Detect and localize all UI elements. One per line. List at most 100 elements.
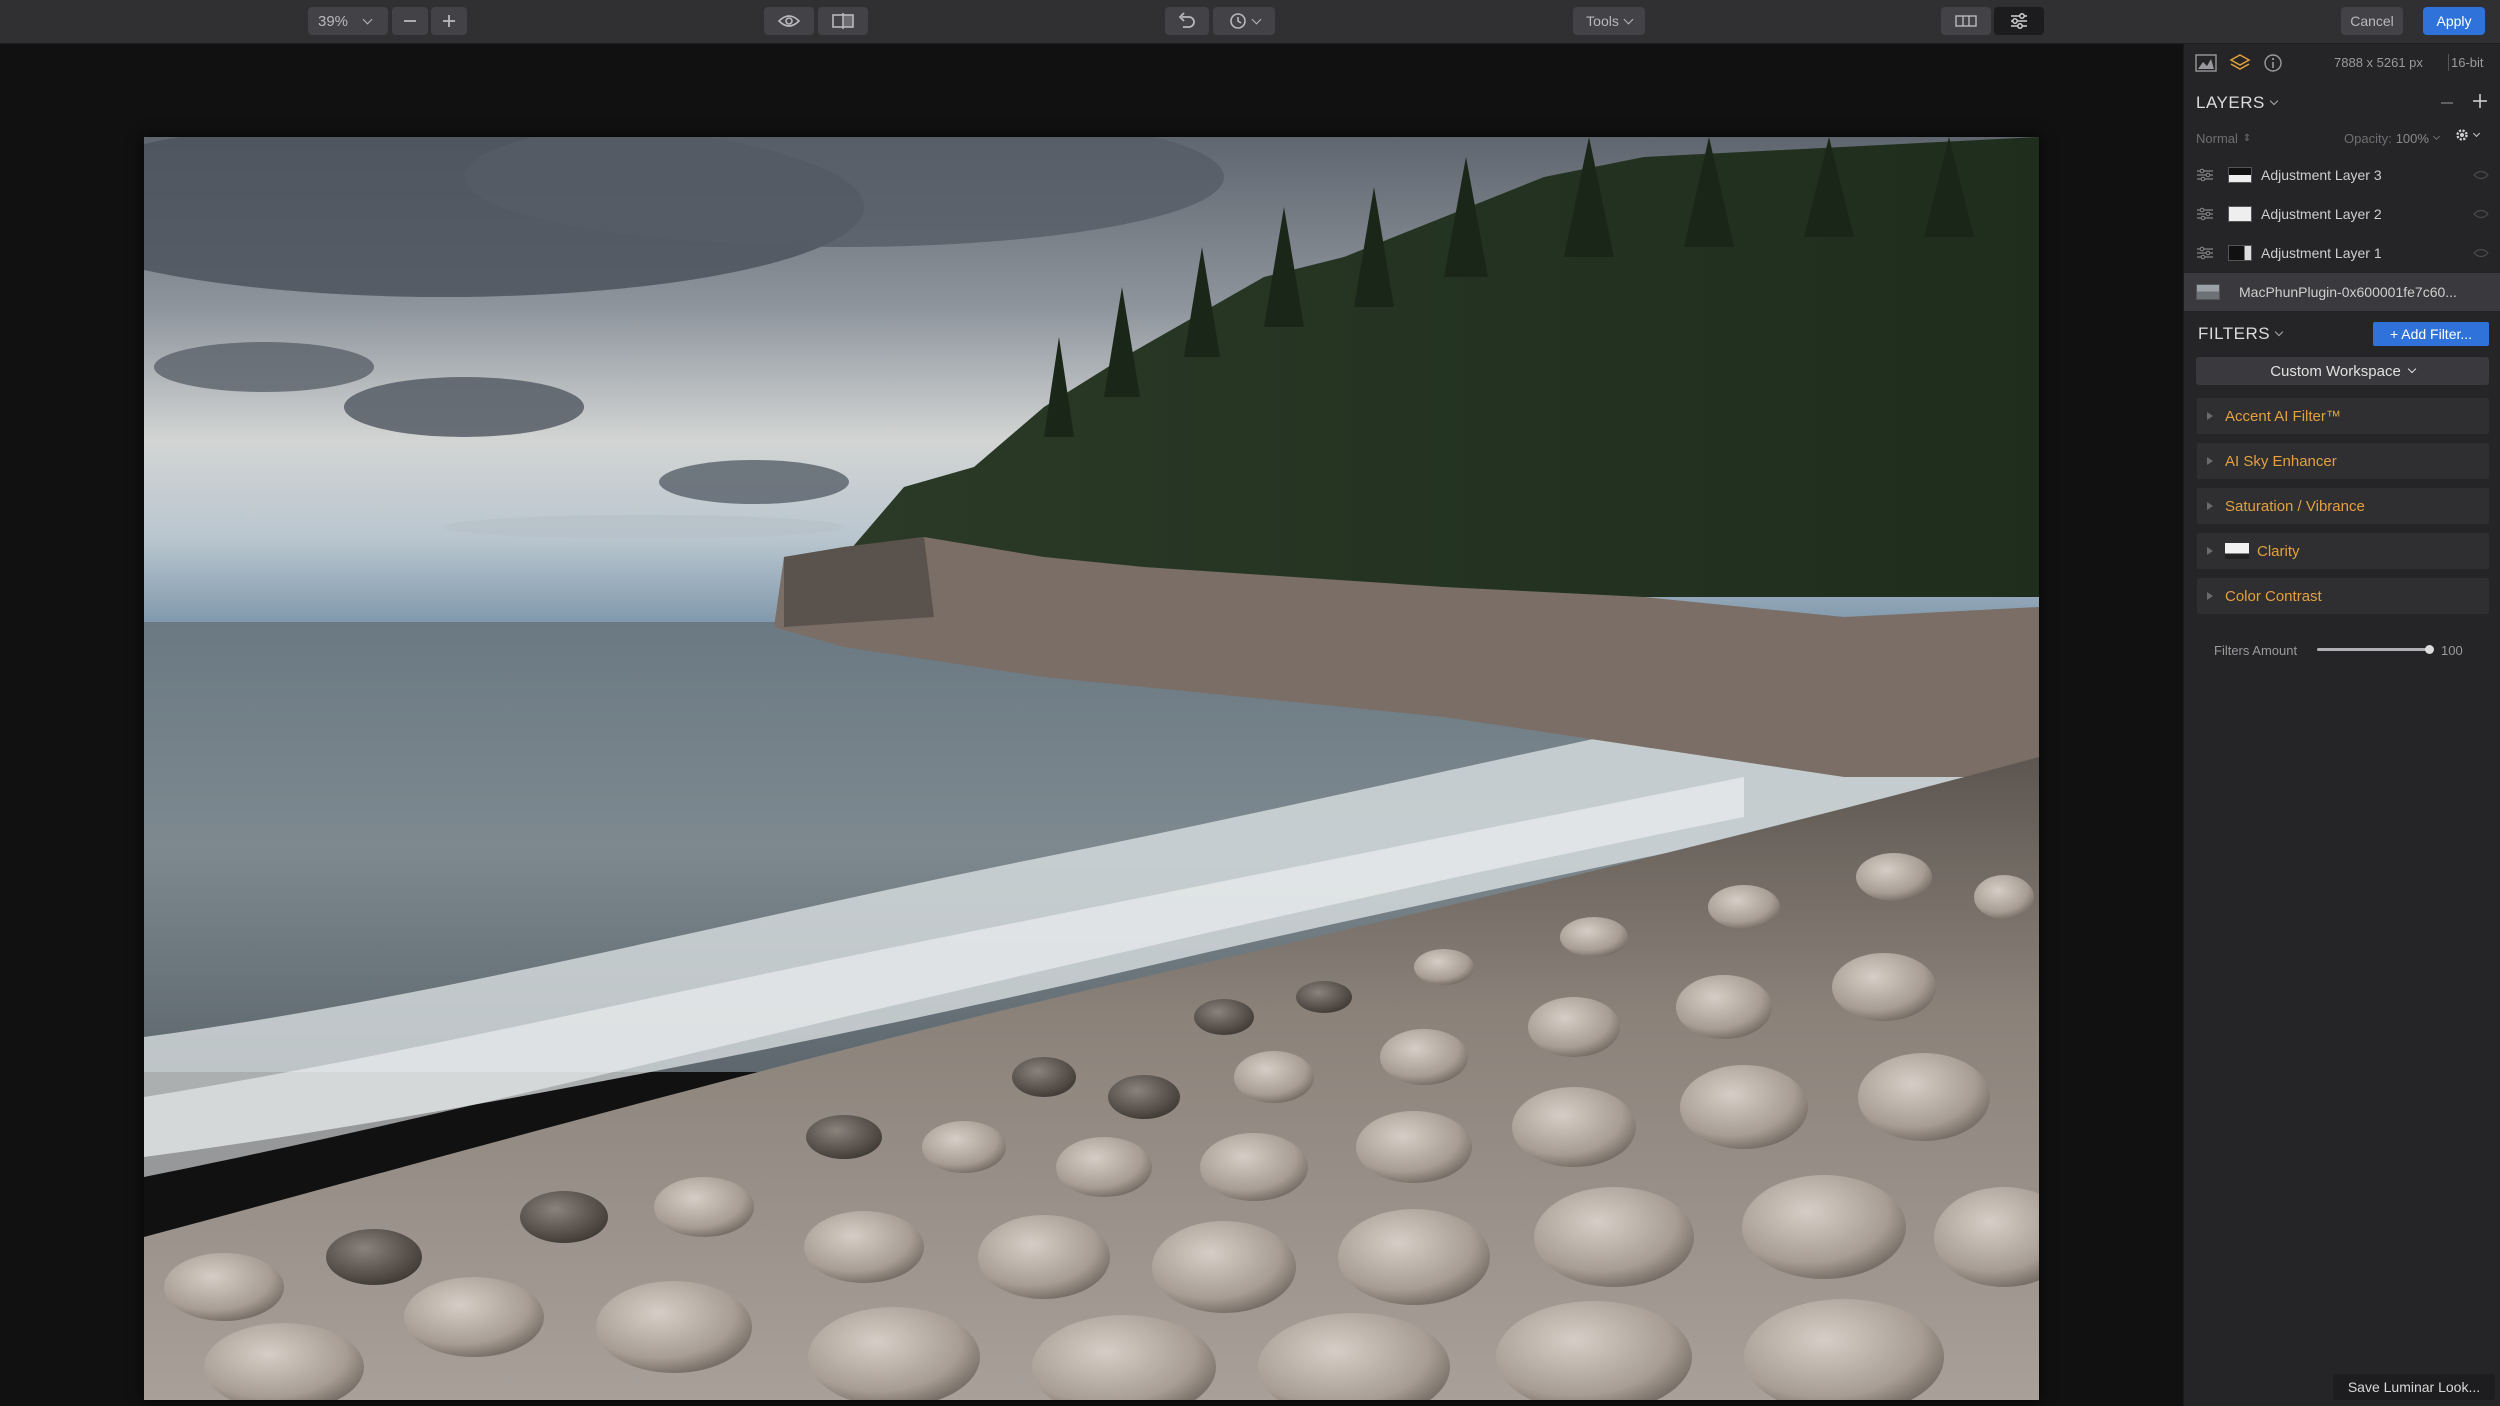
tools-label: Tools	[1586, 13, 1619, 29]
cancel-label: Cancel	[2350, 13, 2394, 29]
save-look-label: Save Luminar Look...	[2347, 1379, 2481, 1395]
eye-icon[interactable]	[2473, 209, 2489, 219]
eye-icon[interactable]	[2473, 248, 2489, 258]
chevron-down-icon	[2274, 327, 2284, 337]
info-icon[interactable]	[2263, 53, 2283, 73]
top-toolbar: 39% Tools Cancel Apply	[0, 0, 2500, 44]
add-filter-label: + Add Filter...	[2389, 326, 2473, 342]
chevron-down-icon	[1623, 14, 1634, 24]
filter-item[interactable]: Color Contrast	[2197, 578, 2489, 614]
layer-name: Adjustment Layer 1	[2261, 245, 2382, 261]
adjustment-layer-icon	[2197, 207, 2213, 221]
apply-button[interactable]: Apply	[2423, 7, 2485, 35]
save-look-button[interactable]: Save Luminar Look...	[2333, 1374, 2495, 1400]
filter-item[interactable]: Accent AI Filter™	[2197, 398, 2489, 434]
layer-mask-thumb	[2228, 167, 2252, 183]
updown-icon: ⇕	[2242, 133, 2252, 144]
layers-header[interactable]: LAYERS	[2196, 93, 2279, 113]
undo-button[interactable]	[1165, 7, 1209, 35]
split-view-icon	[832, 13, 854, 29]
compare-split-button[interactable]	[818, 7, 868, 35]
bit-depth: 16-bit	[2451, 55, 2484, 70]
filters-amount-label: Filters Amount	[2214, 643, 2298, 658]
chevron-down-icon	[1251, 14, 1261, 24]
zoom-dropdown[interactable]: 39%	[308, 7, 388, 35]
expand-triangle-icon	[2207, 502, 2213, 510]
adjustment-layer-icon	[2197, 168, 2213, 182]
add-layer-icon[interactable]	[2472, 93, 2488, 109]
histogram-icon[interactable]	[2195, 54, 2217, 72]
filter-name: Accent AI Filter™	[2225, 407, 2341, 425]
workspace-label: Custom Workspace	[2270, 362, 2401, 380]
filters-amount-slider[interactable]	[2317, 645, 2434, 654]
canvas-area	[0, 44, 2183, 1406]
layers-title: LAYERS	[2196, 93, 2265, 112]
clock-icon	[1229, 13, 1246, 29]
right-panel: 7888 x 5261 px 16-bit LAYERS Normal ⇕ Op…	[2183, 44, 2500, 1406]
preview-toggle-button[interactable]	[764, 7, 814, 35]
layer-name: Adjustment Layer 3	[2261, 167, 2382, 183]
chevron-down-icon	[362, 14, 373, 24]
expand-triangle-icon	[2207, 547, 2213, 555]
zoom-in-button[interactable]	[431, 7, 467, 35]
expand-triangle-icon	[2207, 457, 2213, 465]
chevron-down-icon	[2472, 129, 2481, 137]
layer-name: MacPhunPlugin-0x600001fe7c60...	[2239, 284, 2457, 300]
eye-icon	[777, 15, 801, 27]
filmstrip-toggle-button[interactable]	[1941, 7, 1991, 35]
filter-item[interactable]: AI Sky Enhancer	[2197, 443, 2489, 479]
zoom-value: 39%	[318, 12, 349, 30]
zoom-out-button[interactable]	[392, 7, 428, 35]
add-filter-button[interactable]: + Add Filter...	[2373, 322, 2489, 346]
layer-mask-thumb	[2228, 206, 2252, 222]
filter-name: Color Contrast	[2225, 587, 2322, 605]
filters-amount-value: 100	[2441, 643, 2463, 658]
layer-row-selected[interactable]: MacPhunPlugin-0x600001fe7c60...	[2184, 273, 2500, 311]
slider-knob[interactable]	[2425, 645, 2434, 654]
opacity-value: 100%	[2395, 131, 2429, 146]
tools-menu-button[interactable]: Tools	[1573, 7, 1645, 35]
chevron-down-icon	[2407, 364, 2417, 374]
history-dropdown[interactable]	[1213, 7, 1275, 35]
expand-triangle-icon	[2207, 412, 2213, 420]
image-layer-thumb	[2196, 284, 2220, 300]
gear-icon	[2456, 129, 2468, 141]
layer-name: Adjustment Layer 2	[2261, 206, 2382, 222]
blend-mode-select[interactable]: Normal ⇕	[2196, 131, 2251, 146]
chevron-down-icon	[2269, 96, 2279, 106]
remove-layer-icon[interactable]	[2440, 96, 2454, 110]
divider	[2448, 54, 2449, 71]
filters-header[interactable]: FILTERS	[2198, 324, 2284, 344]
minus-icon	[404, 20, 416, 22]
expand-triangle-icon	[2207, 592, 2213, 600]
landscape-photo	[144, 137, 2039, 1400]
filter-item[interactable]: Clarity	[2197, 533, 2489, 569]
filter-name: AI Sky Enhancer	[2225, 452, 2337, 470]
undo-icon	[1178, 12, 1195, 28]
opacity-control[interactable]: Opacity: 100%	[2344, 131, 2440, 146]
layer-mask-thumb	[2228, 245, 2252, 261]
filters-title: FILTERS	[2198, 324, 2271, 343]
eye-icon[interactable]	[2473, 170, 2489, 180]
filters-panel-toggle-button[interactable]	[1994, 7, 2044, 35]
adjustment-layer-icon	[2197, 246, 2213, 260]
filmstrip-icon	[1955, 15, 1977, 27]
layer-settings-button[interactable]	[2454, 127, 2481, 143]
layer-row[interactable]: Adjustment Layer 1	[2184, 234, 2500, 272]
filter-item[interactable]: Saturation / Vibrance	[2197, 488, 2489, 524]
filter-name: Saturation / Vibrance	[2225, 497, 2365, 515]
layers-icon[interactable]	[2229, 53, 2251, 73]
plus-icon	[443, 15, 455, 27]
photo-canvas[interactable]	[144, 137, 2039, 1400]
chevron-down-icon	[2432, 132, 2440, 141]
sliders-icon	[2011, 13, 2027, 29]
workspace-dropdown[interactable]: Custom Workspace	[2196, 357, 2489, 385]
apply-label: Apply	[2436, 13, 2472, 29]
layer-row[interactable]: Adjustment Layer 2	[2184, 195, 2500, 233]
slider-fill	[2317, 648, 2429, 651]
layer-row[interactable]: Adjustment Layer 3	[2184, 156, 2500, 194]
cancel-button[interactable]: Cancel	[2341, 7, 2403, 35]
filter-mask-thumb	[2225, 543, 2249, 559]
opacity-label: Opacity:	[2344, 131, 2392, 146]
filter-name: Clarity	[2257, 542, 2300, 560]
